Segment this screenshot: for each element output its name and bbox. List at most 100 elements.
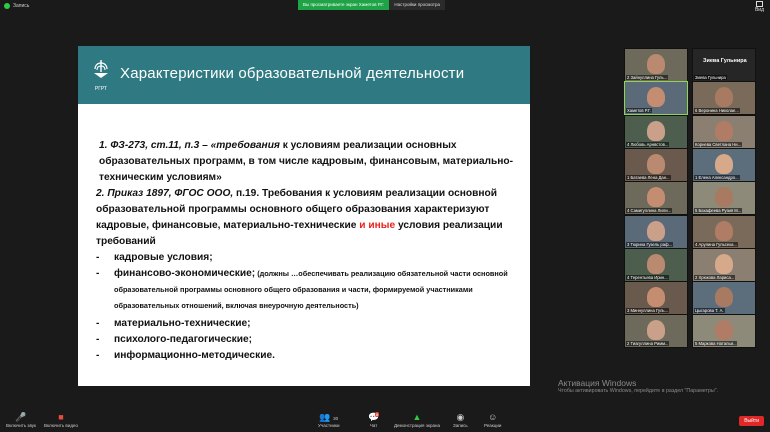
participant-name: 2 Тиагуллина Римм... (626, 341, 670, 347)
participant-tile[interactable]: Цыгарова Т. А. (692, 281, 756, 316)
record-label: Запись (453, 423, 468, 428)
participant-tile[interactable]: 2 Зайнуллина Гуль... (624, 48, 688, 82)
recording-label: Запись (13, 3, 30, 9)
participant-video (715, 253, 733, 274)
reactions-label: Реакции (484, 423, 502, 428)
participant-video (647, 287, 665, 308)
participant-name: Зиева Гульнира (694, 75, 727, 80)
bullet-dash: - (96, 318, 100, 329)
participant-name: 6 Веронина Николае... (694, 108, 740, 114)
screen-share-banner: Вы просматриваете экран Хаметов Р.Г. Нас… (298, 0, 445, 10)
participant-name: 3 Тюрина Гузель раф... (626, 241, 674, 247)
participant-video (647, 220, 665, 241)
participant-video (715, 187, 733, 208)
list-item: - кадровые условия; (96, 250, 516, 266)
participant-tile[interactable]: 4 Арулина Гульсека... (692, 214, 756, 249)
participant-name: 2 Хрюкова Лариса... (694, 274, 736, 280)
participants-count: 30 (333, 416, 339, 421)
list-item: - материально-технические; (96, 316, 516, 332)
share-status-text: Вы просматриваете экран Хаметов Р.Г. (298, 0, 390, 10)
participant-video (715, 220, 733, 241)
participant-name: 4 Любовь Арнвстов... (626, 141, 670, 147)
participant-tile[interactable]: 3 Тюрина Гузель раф... (624, 214, 688, 249)
participant-tile[interactable]: 4 Самигуллина Лили... (624, 181, 688, 216)
participant-video (647, 153, 665, 174)
bullet-dash: - (96, 334, 100, 345)
participant-name: Корнева Светлана Ни... (694, 141, 743, 147)
unmute-button[interactable]: 🎤 Включить звук (6, 412, 36, 428)
logo-emblem-icon (94, 60, 108, 78)
list-item-label: материально-технические; (114, 318, 251, 329)
smiley-icon: ☺ (488, 412, 498, 422)
participant-name: 4 Терентьева Ирин... (626, 274, 669, 280)
participant-tile[interactable]: 4 Терентьева Ирин... (624, 247, 688, 282)
slide-point-1: 1. ФЗ-273, ст.11, п.3 – «требования к ус… (96, 138, 516, 186)
participant-name: 5 Бахафеева Рузия М... (694, 208, 743, 214)
view-options-button[interactable]: Настройки просмотра (389, 0, 445, 10)
bullet-dash: - (96, 268, 100, 279)
record-icon: ◉ (456, 412, 465, 422)
record-button[interactable]: ◉ Запись (453, 412, 468, 428)
list-item-label: информационно-методические. (114, 350, 275, 361)
top-bar: Запись Вы просматриваете экран Хаметов Р… (0, 0, 770, 14)
participant-video (715, 320, 733, 341)
reactions-button[interactable]: ☺ Реакции (484, 412, 501, 428)
participant-tile[interactable]: 1 Батаева Лена Дан... (624, 147, 688, 182)
activation-title: Активация Windows (558, 378, 637, 388)
start-video-button[interactable]: ■ Включить видео (44, 412, 78, 428)
participant-video (715, 287, 733, 308)
participant-tile[interactable]: 2 Хрюкова Лариса... (692, 247, 756, 282)
unmute-label: Включить звук (6, 423, 37, 428)
participant-name: 5 Маркова Натальи... (694, 341, 738, 347)
participants-button[interactable]: 👥 30 Участники (318, 412, 340, 428)
participant-video (715, 153, 733, 174)
record-icon (4, 3, 10, 9)
participant-video (647, 120, 665, 141)
participant-name: Хаметов Р.Г. (626, 108, 652, 114)
participant-tile[interactable]: 2 Тиагуллина Римм... (624, 314, 688, 349)
participant-tile[interactable]: Зиева Гульнира Зиева Гульнира (692, 48, 756, 82)
point-1-prefix: 1. ФЗ-273, ст.11, п.3 – « (99, 140, 217, 151)
participant-video (647, 320, 665, 341)
participant-video (647, 253, 665, 274)
chat-label: Чат (369, 423, 378, 428)
start-video-label: Включить видео (44, 423, 78, 428)
slide-header: РГРТ Характеристики образовательной деят… (78, 46, 530, 104)
view-button-label: Вид (754, 7, 764, 13)
windows-activation-watermark: Активация Windows Чтобы активировать Win… (558, 378, 718, 394)
participant-video (715, 120, 733, 141)
slide-point-2: 2. Приказ 1897, ФГОС ООО, п.19. Требован… (96, 186, 516, 250)
participant-name: 1 Батаева Лена Дан... (626, 174, 671, 180)
slide-body: 1. ФЗ-273, ст.11, п.3 – «требования к ус… (96, 138, 516, 364)
participant-tile[interactable]: Корнева Светлана Ни... (692, 114, 756, 149)
participant-video (647, 187, 665, 208)
point-2-prefix: 2. Приказ 1897, ФГОС ООО, (96, 188, 234, 199)
chat-button[interactable]: 💬 8 Чат (368, 412, 380, 428)
bullet-dash: - (96, 252, 100, 263)
share-screen-button[interactable]: ▲ Демонстрация экрана (394, 412, 440, 428)
activation-hint: Чтобы активировать Windows, перейдите в … (558, 388, 719, 394)
participant-name: Цыгарова Т. А. (694, 308, 725, 314)
participant-name: 1 Елена Александро... (694, 174, 740, 180)
leave-meeting-button[interactable]: Выйти (739, 416, 764, 426)
participant-tile[interactable]: 4 Любовь Арнвстов... (624, 114, 688, 149)
participant-name: 4 Самигуллина Лили... (626, 208, 673, 214)
participant-tile[interactable]: 6 Веронина Николае... (692, 81, 756, 116)
participant-video (647, 87, 665, 108)
share-screen-label: Демонстрация экрана (394, 423, 440, 428)
participant-video (715, 87, 733, 108)
participant-tile[interactable]: 5 Бахафеева Рузия М... (692, 181, 756, 216)
participant-tile[interactable]: 5 Маркова Натальи... (692, 314, 756, 349)
list-item: - финансово-экономические; (должны …обес… (96, 266, 516, 314)
list-item: - информационно-методические. (96, 348, 516, 364)
participant-tile[interactable]: Хаметов Р.Г. (624, 81, 688, 116)
slide-title: Характеристики образовательной деятельно… (120, 65, 465, 82)
participant-tile[interactable]: 1 Елена Александро... (692, 147, 756, 182)
meeting-toolbar: 🎤 Включить звук ■ Включить видео 👥 30 Уч… (0, 410, 770, 432)
participant-name: 4 Арулина Гульсека... (694, 241, 738, 247)
participant-tile[interactable]: 3 Миннуллина Гуль... (624, 281, 688, 316)
view-button[interactable]: Вид (755, 1, 764, 13)
recording-indicator[interactable]: Запись (4, 3, 29, 9)
list-item-label: психолого-педагогические; (114, 334, 253, 345)
point-2-red-text: и иные (356, 220, 396, 231)
